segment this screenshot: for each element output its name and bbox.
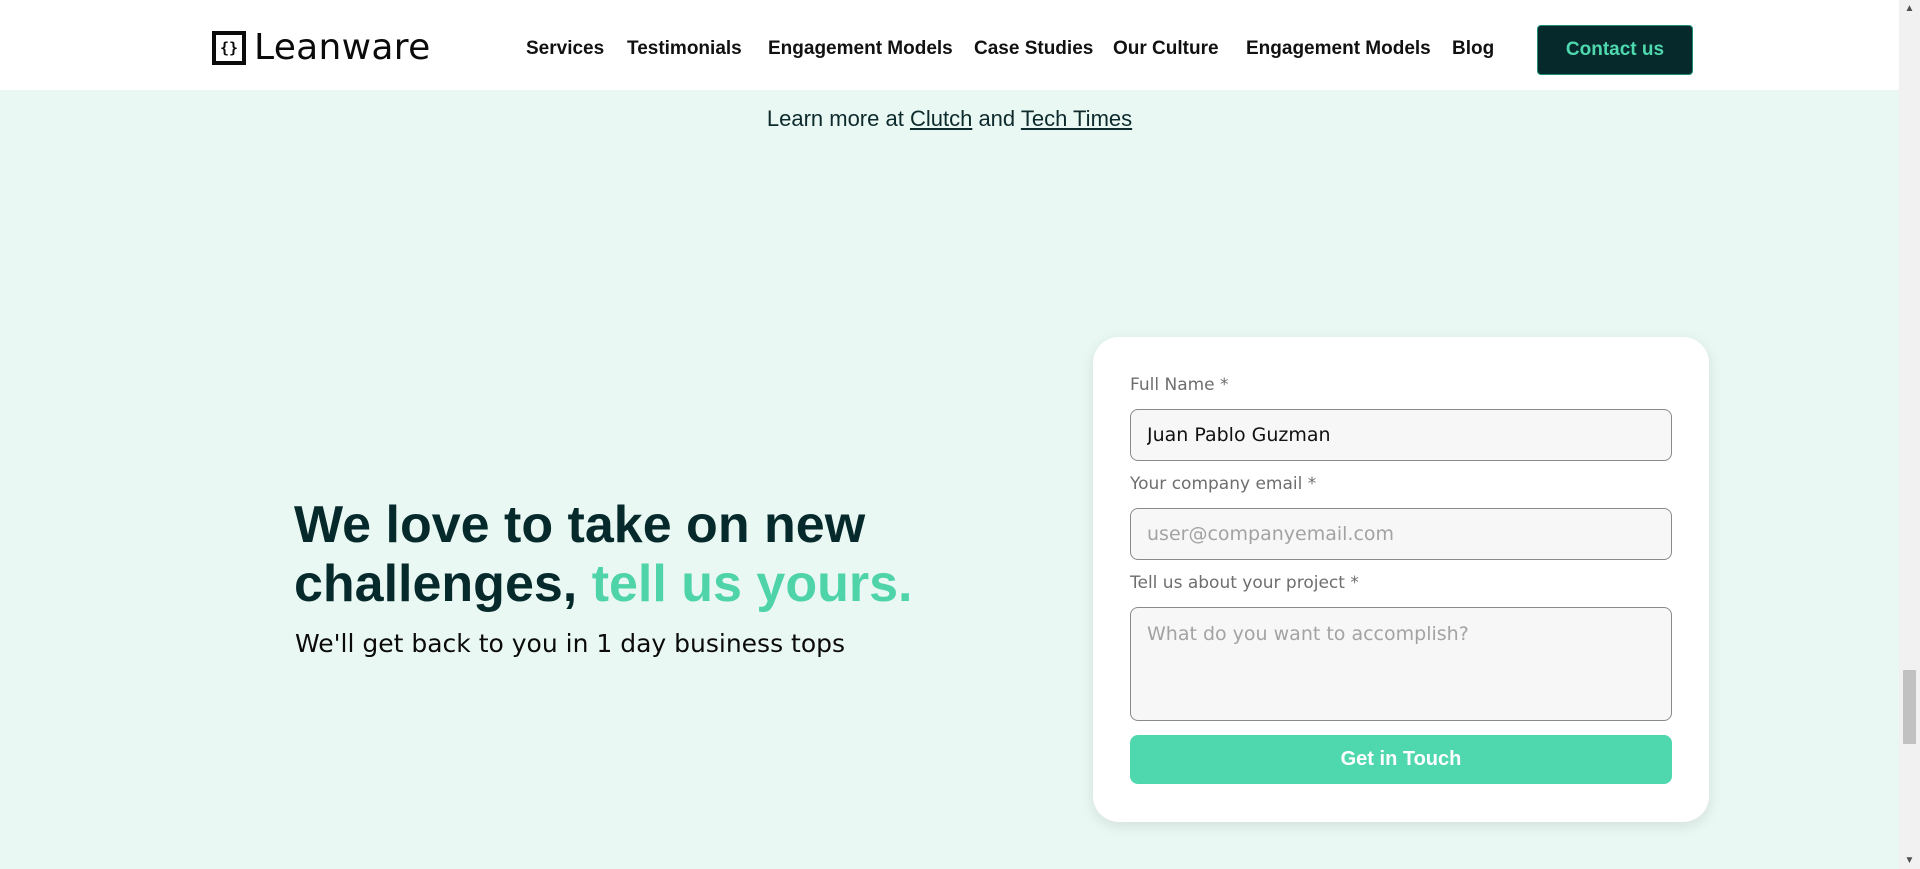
- hero-title-accent: tell us yours.: [591, 555, 913, 613]
- scroll-down-arrow-icon[interactable]: ▼: [1899, 852, 1920, 869]
- learn-more-prefix: Learn more at: [766, 106, 904, 131]
- contact-form-card: Full Name * Your company email * Tell us…: [1093, 337, 1709, 822]
- nav-engagement-models-2[interactable]: Engagement Models: [1246, 38, 1431, 60]
- hero-subtitle: We'll get back to you in 1 day business …: [295, 629, 846, 658]
- page: {} Leanware Services Testimonials Engage…: [0, 0, 1899, 869]
- learn-more-line: Learn more at Clutch and Tech Times: [0, 106, 1899, 132]
- clutch-link[interactable]: Clutch: [910, 106, 972, 131]
- email-label: Your company email *: [1130, 474, 1317, 494]
- nav-engagement-models[interactable]: Engagement Models: [768, 38, 953, 60]
- full-name-input[interactable]: [1130, 409, 1672, 461]
- scroll-thumb[interactable]: [1903, 670, 1916, 744]
- hero-title: We love to take on new challenges, tell …: [294, 496, 1014, 614]
- full-name-label: Full Name *: [1130, 375, 1229, 395]
- get-in-touch-button[interactable]: Get in Touch: [1130, 735, 1672, 784]
- scroll-up-arrow-icon[interactable]: ▲: [1899, 0, 1920, 17]
- learn-more-connector: and: [978, 106, 1016, 131]
- nav-testimonials[interactable]: Testimonials: [627, 38, 742, 60]
- email-input[interactable]: [1130, 508, 1672, 560]
- contact-us-button[interactable]: Contact us: [1537, 25, 1693, 75]
- vertical-scrollbar[interactable]: ▲ ▼: [1899, 0, 1920, 869]
- nav-case-studies[interactable]: Case Studies: [974, 38, 1093, 60]
- site-header: {} Leanware Services Testimonials Engage…: [0, 0, 1899, 90]
- project-label: Tell us about your project *: [1130, 573, 1359, 593]
- project-textarea[interactable]: [1130, 607, 1672, 721]
- nav-our-culture[interactable]: Our Culture: [1113, 38, 1219, 60]
- nav-services[interactable]: Services: [526, 38, 604, 60]
- tech-times-link[interactable]: Tech Times: [1021, 106, 1132, 131]
- nav-blog[interactable]: Blog: [1452, 38, 1494, 60]
